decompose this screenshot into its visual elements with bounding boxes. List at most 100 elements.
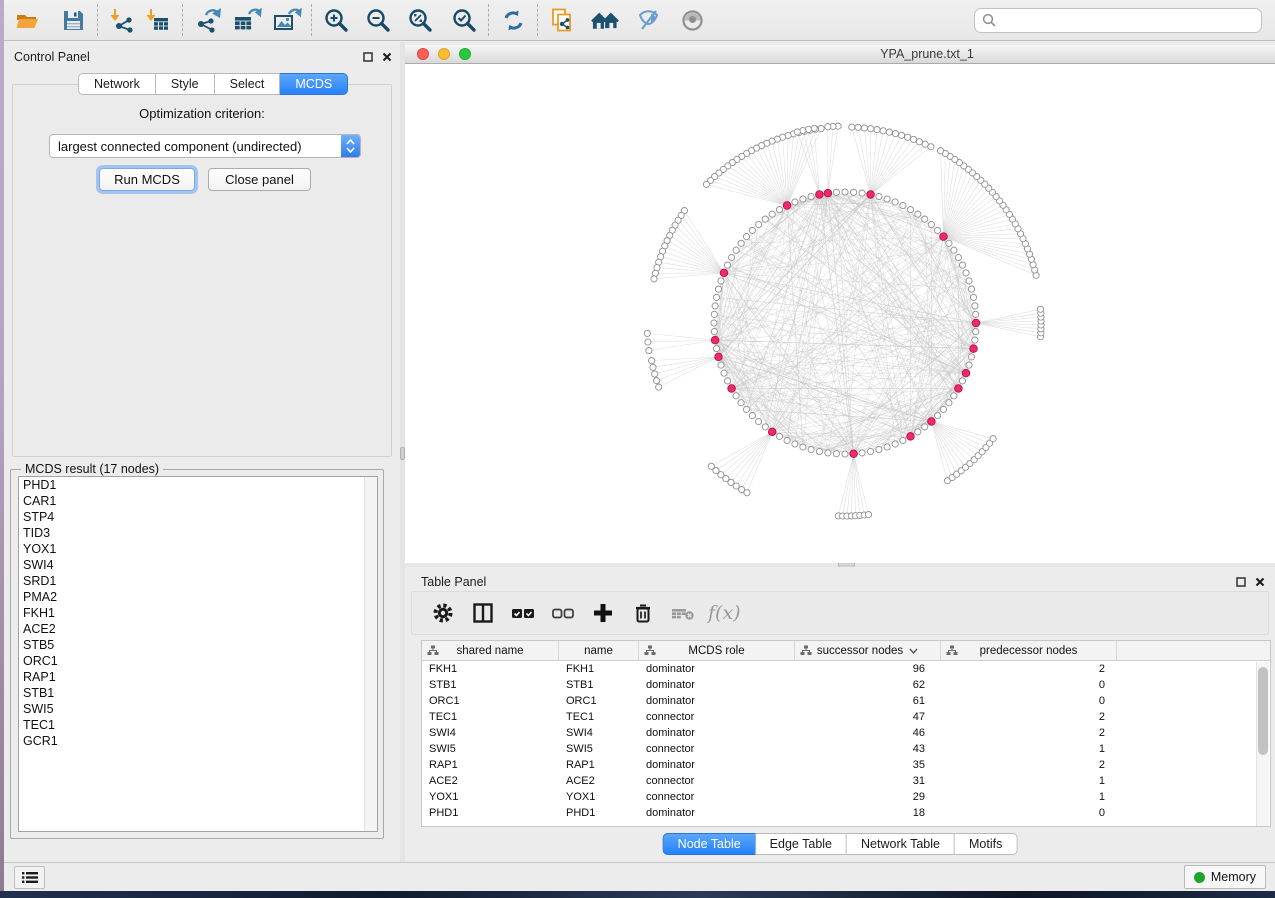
tab-mcds[interactable]: MCDS: [280, 73, 348, 95]
ring-node: [743, 406, 749, 412]
column-header-MCDS-role[interactable]: MCDS role: [639, 641, 795, 660]
table-row[interactable]: RAP1RAP1dominator352: [422, 757, 1270, 773]
network-canvas[interactable]: [405, 64, 1275, 563]
mcds-result-item[interactable]: STB1: [19, 685, 377, 701]
select-all-columns-icon[interactable]: [506, 597, 540, 629]
mcds-result-list[interactable]: PHD1CAR1STP4TID3YOX1SWI4SRD1PMA2FKH1ACE2…: [18, 476, 378, 832]
memory-button[interactable]: Memory: [1184, 865, 1266, 889]
network-window-titlebar[interactable]: YPA_prune.txt_1: [405, 45, 1275, 64]
export-image-icon[interactable]: [272, 5, 302, 35]
search-box[interactable]: [974, 8, 1262, 33]
column-header-name[interactable]: name: [559, 641, 639, 660]
zoom-fit-icon[interactable]: [405, 5, 435, 35]
network-graph[interactable]: [405, 64, 1275, 563]
cell-filler: [1117, 661, 1270, 677]
table-row[interactable]: PHD1PHD1dominator180: [422, 805, 1270, 821]
column-label: successor nodes: [817, 645, 903, 657]
selected-criterion: largest connected component (undirected): [50, 139, 341, 154]
table-row[interactable]: SWI5SWI5connector431: [422, 741, 1270, 757]
mcds-result-item[interactable]: TID3: [19, 525, 377, 541]
search-icon: [982, 13, 996, 27]
cell-predecessor-nodes: 1: [941, 789, 1117, 805]
tab-node-table[interactable]: Node Table: [663, 833, 756, 855]
tab-style[interactable]: Style: [156, 73, 215, 95]
tab-edge-table[interactable]: Edge Table: [756, 833, 847, 855]
create-column-plus-icon[interactable]: [586, 597, 620, 629]
close-panel-icon[interactable]: [1255, 577, 1265, 587]
float-panel-icon[interactable]: [363, 52, 373, 62]
export-network-icon[interactable]: [192, 5, 222, 35]
mcds-result-item[interactable]: SRD1: [19, 573, 377, 589]
close-panel-icon[interactable]: [382, 52, 392, 62]
zoom-out-icon[interactable]: [363, 5, 393, 35]
tab-network-table[interactable]: Network Table: [847, 833, 955, 855]
task-history-button[interactable]: [14, 866, 45, 889]
import-table-icon[interactable]: [143, 5, 173, 35]
cell-filler: [1117, 773, 1270, 789]
table-row[interactable]: STB1STB1dominator620: [422, 677, 1270, 693]
ring-node: [800, 196, 806, 202]
import-network-icon[interactable]: [107, 5, 137, 35]
close-window-icon[interactable]: [417, 48, 429, 60]
table-row[interactable]: SWI4SWI4dominator462: [422, 725, 1270, 741]
mcds-result-item[interactable]: STB5: [19, 637, 377, 653]
table-row[interactable]: TEC1TEC1connector472: [422, 709, 1270, 725]
mcds-result-item[interactable]: SWI4: [19, 557, 377, 573]
mcds-result-item[interactable]: RAP1: [19, 669, 377, 685]
mcds-result-item[interactable]: TEC1: [19, 717, 377, 733]
table-row[interactable]: ACE2ACE2connector311: [422, 773, 1270, 789]
clone-network-icon[interactable]: [547, 5, 577, 35]
ring-node: [713, 346, 719, 352]
cell-MCDS-role: connector: [639, 789, 795, 805]
table-settings-gear-icon[interactable]: [426, 597, 460, 629]
refresh-layout-icon[interactable]: [498, 5, 528, 35]
tab-select[interactable]: Select: [215, 73, 281, 95]
save-session-icon[interactable]: [58, 5, 88, 35]
ring-node: [946, 400, 952, 406]
cell-successor-nodes: 29: [795, 789, 941, 805]
float-panel-icon[interactable]: [1236, 577, 1246, 587]
select-stepper-icon: [341, 135, 360, 157]
column-header-shared-name[interactable]: shared name: [422, 641, 559, 660]
ring-node: [859, 190, 865, 196]
table-row[interactable]: ORC1ORC1dominator610: [422, 693, 1270, 709]
zoom-in-icon[interactable]: [321, 5, 351, 35]
optimization-criterion-select[interactable]: largest connected component (undirected): [49, 134, 361, 158]
leaf-node: [855, 124, 861, 130]
hide-details-icon[interactable]: [633, 5, 663, 35]
open-file-icon[interactable]: [12, 5, 42, 35]
search-input[interactable]: [1001, 10, 1254, 30]
show-details-icon[interactable]: [677, 5, 707, 35]
mcds-result-item[interactable]: ACE2: [19, 621, 377, 637]
tab-network[interactable]: Network: [78, 73, 156, 95]
minimize-window-icon[interactable]: [438, 48, 450, 60]
table-row[interactable]: YOX1YOX1connector291: [422, 789, 1270, 805]
maximize-window-icon[interactable]: [459, 48, 471, 60]
mcds-result-item[interactable]: GCR1: [19, 733, 377, 749]
network-overview-icon[interactable]: [591, 5, 621, 35]
export-table-icon[interactable]: [232, 5, 262, 35]
mcds-result-item[interactable]: PHD1: [19, 477, 377, 493]
mcds-result-item[interactable]: CAR1: [19, 493, 377, 509]
mcds-result-item[interactable]: SWI5: [19, 701, 377, 717]
leaf-node: [651, 276, 657, 282]
table-row[interactable]: FKH1FKH1dominator962: [422, 661, 1270, 677]
cell-predecessor-nodes: 2: [941, 709, 1117, 725]
mcds-result-item[interactable]: FKH1: [19, 605, 377, 621]
mcds-list-scrollbar[interactable]: [364, 477, 377, 831]
show-columns-icon[interactable]: [466, 597, 500, 629]
zoom-selected-icon[interactable]: [449, 5, 479, 35]
mcds-result-item[interactable]: STP4: [19, 509, 377, 525]
mcds-result-item[interactable]: ORC1: [19, 653, 377, 669]
column-header-predecessor-nodes[interactable]: predecessor nodes: [941, 641, 1117, 660]
table-scrollbar[interactable]: [1256, 662, 1269, 826]
close-panel-button[interactable]: Close panel: [208, 168, 311, 191]
column-header-successor-nodes[interactable]: successor nodes: [795, 641, 941, 660]
tab-motifs[interactable]: Motifs: [955, 833, 1017, 855]
run-mcds-button[interactable]: Run MCDS: [99, 168, 195, 191]
mcds-result-item[interactable]: PMA2: [19, 589, 377, 605]
mcds-result-item[interactable]: YOX1: [19, 541, 377, 557]
scrollbar-thumb[interactable]: [1258, 667, 1268, 755]
delete-column-trash-icon[interactable]: [626, 597, 660, 629]
unselect-all-columns-icon[interactable]: [546, 597, 580, 629]
